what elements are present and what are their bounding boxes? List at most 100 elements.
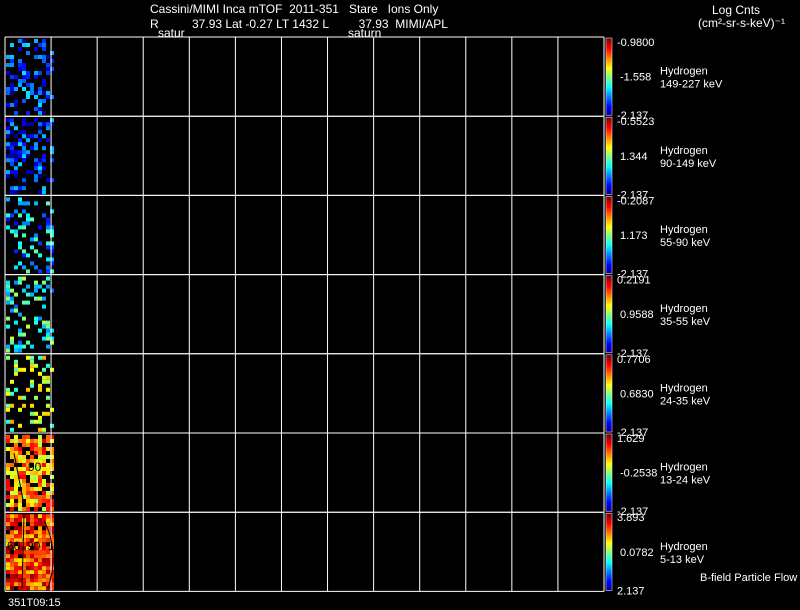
heatmap-cell — [26, 495, 30, 499]
heatmap-cell — [46, 201, 50, 206]
heatmap-cell — [6, 582, 10, 587]
energy-label: 13-24 keV — [660, 475, 711, 487]
heatmap-cell — [38, 130, 42, 135]
heatmap-cell — [14, 558, 18, 563]
heatmap-cell — [22, 435, 26, 439]
heatmap-cell — [42, 491, 46, 495]
heatmap-cell — [10, 213, 14, 218]
heatmap-cell — [26, 554, 30, 559]
heatmap-cell — [14, 363, 18, 368]
heatmap-cell — [46, 276, 50, 281]
heatmap-cell — [34, 316, 38, 321]
heatmap-cell — [38, 443, 42, 447]
heatmap-cell — [22, 403, 26, 408]
heatmap-cell — [10, 296, 14, 301]
heatmap-cell — [18, 407, 22, 412]
heatmap-cell — [26, 75, 30, 79]
energy-label: 90-149 keV — [660, 158, 717, 170]
heatmap-cell — [34, 518, 38, 523]
heatmap-cell — [14, 174, 18, 179]
heatmap-cell — [26, 221, 30, 226]
heatmap-cell — [22, 455, 26, 459]
heatmap-cell — [46, 467, 50, 471]
heatmap-cell — [6, 522, 10, 527]
heatmap-cell — [26, 435, 30, 439]
heatmap-cell — [6, 586, 10, 591]
heatmap-cell — [30, 217, 34, 222]
heatmap-cell — [22, 201, 26, 206]
heatmap-cell — [42, 158, 46, 163]
heatmap-cell — [26, 217, 30, 222]
heatmap-cell — [26, 451, 30, 455]
heatmap-cell — [6, 225, 10, 230]
heatmap-cell — [34, 134, 38, 139]
heatmap-cell — [42, 439, 46, 443]
heatmap-cell — [18, 150, 22, 155]
heatmap-cell — [34, 166, 38, 171]
heatmap-cell — [18, 83, 22, 87]
heatmap-cell — [26, 340, 30, 345]
heatmap-cell — [30, 447, 34, 451]
heatmap-cell — [34, 320, 38, 325]
heatmap-cell — [22, 316, 26, 321]
heatmap-cell — [38, 522, 42, 527]
heatmap-cell — [46, 229, 50, 234]
heatmap-cell — [26, 213, 30, 218]
heatmap-cell — [18, 518, 22, 523]
heatmap-cell — [10, 447, 14, 451]
heatmap-cell — [26, 122, 30, 127]
heatmap-cell — [6, 55, 10, 59]
heatmap-cell — [38, 43, 42, 47]
heatmap-cell — [26, 483, 30, 487]
heatmap-cell — [26, 154, 30, 159]
heatmap-cell — [34, 237, 38, 242]
heatmap-cell — [6, 407, 10, 412]
heatmap-cell — [30, 514, 34, 519]
heatmap-cell — [6, 324, 10, 329]
heatmap-cell — [22, 332, 26, 337]
heatmap-cell — [14, 166, 18, 171]
heatmap-cell — [6, 142, 10, 147]
heatmap-cell — [6, 435, 10, 439]
heatmap-cell — [42, 451, 46, 455]
heatmap-cell — [46, 514, 50, 519]
heatmap-cell — [46, 499, 50, 503]
heatmap-cell — [26, 574, 30, 579]
heatmap-cell — [26, 71, 30, 75]
heatmap-cell — [30, 237, 34, 242]
heatmap-cell — [26, 503, 30, 507]
heatmap-cell — [42, 574, 46, 579]
heatmap-cell — [14, 526, 18, 531]
heatmap-cell — [30, 122, 34, 127]
heatmap-cell — [10, 340, 14, 345]
heatmap-cell — [38, 170, 42, 175]
heatmap-cell — [42, 459, 46, 463]
heatmap-cell — [22, 225, 26, 230]
angle-label: 90 — [28, 460, 42, 474]
heatmap-cell — [6, 447, 10, 451]
heatmap-cell — [26, 526, 30, 531]
heatmap-cell — [14, 387, 18, 392]
heatmap-cell — [14, 574, 18, 579]
heatmap-cell — [26, 530, 30, 535]
heatmap-cell — [34, 280, 38, 285]
heatmap-cell — [10, 158, 14, 163]
heatmap-cell — [10, 578, 14, 583]
heatmap-cell — [38, 475, 42, 479]
heatmap-cell — [38, 371, 42, 376]
heatmap-cell — [34, 570, 38, 575]
heatmap-cell — [14, 439, 18, 443]
heatmap-cell — [22, 118, 26, 123]
heatmap-cell — [6, 118, 10, 123]
heatmap-cell — [14, 186, 18, 191]
heatmap-cell — [6, 146, 10, 151]
heatmap-cell — [10, 308, 14, 313]
heatmap-cell — [22, 483, 26, 487]
heatmap-cell — [26, 138, 30, 143]
heatmap-cell — [30, 383, 34, 388]
heatmap-cell — [26, 491, 30, 495]
heatmap-cell — [14, 570, 18, 575]
heatmap-cell — [14, 154, 18, 159]
heatmap-cell — [10, 229, 14, 234]
heatmap-cell — [18, 186, 22, 191]
